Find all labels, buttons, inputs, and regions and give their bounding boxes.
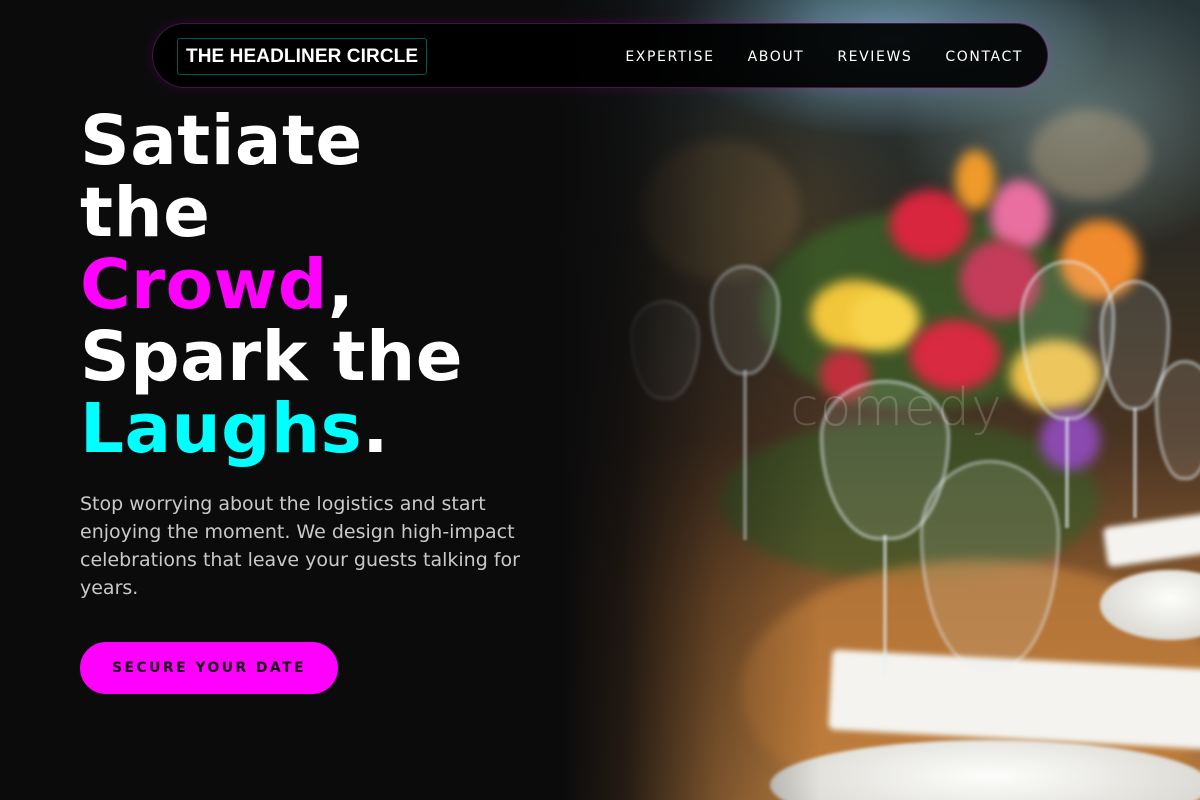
page: comedy THE HEADLINER CIRCLE EXPERTISE AB… [0,0,1200,800]
headline-period: . [362,389,389,469]
site-logo[interactable]: THE HEADLINER CIRCLE [177,38,428,75]
headline-comma: , [327,245,355,325]
headline-line-4: Spark the [80,317,463,397]
headline-line-2: the [80,173,211,253]
nav-link-contact[interactable]: CONTACT [945,49,1023,65]
nav-link-about[interactable]: ABOUT [748,49,805,65]
image-watermark: comedy [790,378,1003,438]
headline-highlight-laughs: Laughs [80,389,363,469]
nav-link-reviews[interactable]: REVIEWS [837,49,912,65]
headline-highlight-crowd: Crowd [80,245,328,325]
top-nav: THE HEADLINER CIRCLE EXPERTISE ABOUT REV… [152,23,1048,88]
image-fade-overlay [560,0,820,800]
hero-headline: Satiate the Crowd, Spark the Laughs. [80,105,560,465]
nav-link-expertise[interactable]: EXPERTISE [625,49,714,65]
headline-line-1: Satiate [80,101,363,181]
secure-date-button[interactable]: SECURE YOUR DATE [80,642,338,694]
nav-links: EXPERTISE ABOUT REVIEWS CONTACT [625,24,1023,89]
hero-subtext: Stop worrying about the logistics and st… [80,493,520,599]
